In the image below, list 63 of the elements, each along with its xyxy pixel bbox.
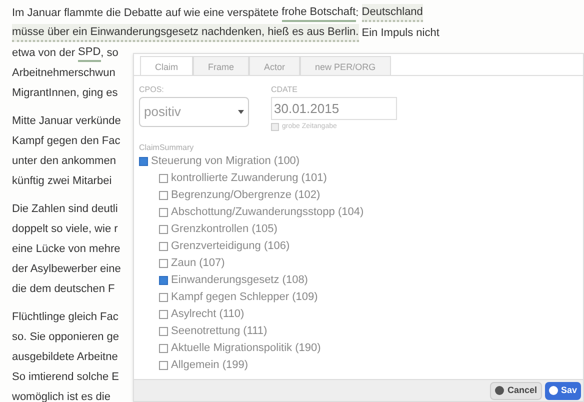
checkbox[interactable] [159, 310, 168, 318]
date-field[interactable]: 30.01.2015 [271, 97, 397, 120]
annotated-text[interactable]: SPD [78, 44, 101, 62]
article-text: so. Sie opponieren ge [12, 330, 120, 345]
article-text: unter den ankommen [12, 154, 116, 169]
checkbox[interactable] [159, 344, 168, 352]
tab[interactable]: new PER/ORG [300, 56, 391, 75]
tree-item-label: Begrenzung/Obergrenze (102) [171, 188, 320, 203]
checkbox[interactable] [159, 326, 168, 336]
cancel-button[interactable]: Cancel [490, 382, 542, 400]
article-text: der Asylbewerber eine [12, 262, 121, 277]
tree-item-label: Aktuelle Migrationspolitik (190) [171, 340, 321, 356]
tree-item-label: Abschottung/Zuwanderungsstopp (104) [171, 204, 364, 220]
article-text: die dem deutschen F [12, 282, 115, 297]
caret-icon [238, 110, 244, 114]
checkbox[interactable] [159, 242, 168, 250]
article-text: Arbeitnehmerschwun [12, 66, 116, 81]
field-label: CPOS: [139, 84, 165, 96]
checkbox[interactable] [159, 360, 168, 370]
article-text: So imtierend solche E [12, 370, 119, 385]
save-button[interactable]: Sav [544, 382, 581, 400]
tree-item-label: Zaun (107) [171, 256, 225, 271]
checkbox[interactable] [159, 190, 168, 200]
checkbox[interactable] [159, 258, 168, 268]
cpos-select[interactable]: positiv [139, 97, 249, 127]
article-text: künftig zwei Mitarbei [12, 174, 112, 189]
tree-item-label: kontrollierte Zuwanderung (101) [171, 170, 327, 186]
article-text: : [356, 6, 360, 21]
tree-item-label: Einwanderungsgesetz (108) [171, 272, 308, 288]
field-label: CDATE [271, 84, 299, 96]
field-label: ClaimSummary [139, 142, 195, 152]
tree-item-label: Seenotrettung (111) [171, 324, 268, 339]
article-text: Flüchtlinge gleich Fac [12, 310, 118, 325]
checkbox[interactable] [159, 276, 168, 284]
checkbox[interactable] [159, 174, 168, 182]
checkbox[interactable] [139, 156, 148, 166]
tab[interactable]: Frame [193, 56, 250, 75]
tab[interactable]: Claim [140, 56, 194, 75]
checkbox[interactable] [159, 208, 168, 216]
tree-item-label: Grenzkontrollen (105) [171, 222, 278, 237]
article-text: doppelt so viele, wie r [12, 222, 118, 237]
article-text: Mitte Januar verkünde [12, 114, 121, 129]
article-text: MigrantInnen, ging es [12, 86, 118, 101]
tree-item-label: Allgemein (199) [171, 358, 248, 373]
checkbox[interactable] [159, 292, 168, 302]
tree-item-label: Grenzverteidigung (106) [171, 238, 290, 254]
checkbox[interactable] [159, 224, 168, 234]
annotated-text[interactable]: müsse über ein Einwanderungsgesetz nachdenken, hieß es aus Berlin. [12, 24, 359, 42]
tab[interactable]: Actor [249, 56, 300, 75]
article-text: Kampf gegen den Fac [12, 134, 120, 149]
annotated-text[interactable]: frohe Botschaft [282, 4, 356, 22]
article-text: eine Lücke von mehre [12, 242, 120, 257]
tree-item-label: Kampf gegen Schlepper (109) [171, 290, 318, 305]
article-text: Im Januar flammte die Debatte auf wie eine verspätete [12, 6, 280, 21]
tree-item-label: Asylrecht (110) [171, 306, 244, 322]
annotated-text[interactable]: Deutschland [362, 4, 423, 22]
article-text: womöglich ist es die [12, 390, 110, 402]
article-text: etwa von der [12, 46, 76, 61]
article-text: Ein Impuls nicht [360, 26, 440, 41]
article-text: ausgebildete Arbeitne [12, 350, 118, 365]
article-text: , so [100, 46, 118, 61]
article-text: Die Zahlen sind deutli [12, 202, 118, 217]
tree-item-label: Steuerung von Migration (100) [151, 154, 300, 169]
